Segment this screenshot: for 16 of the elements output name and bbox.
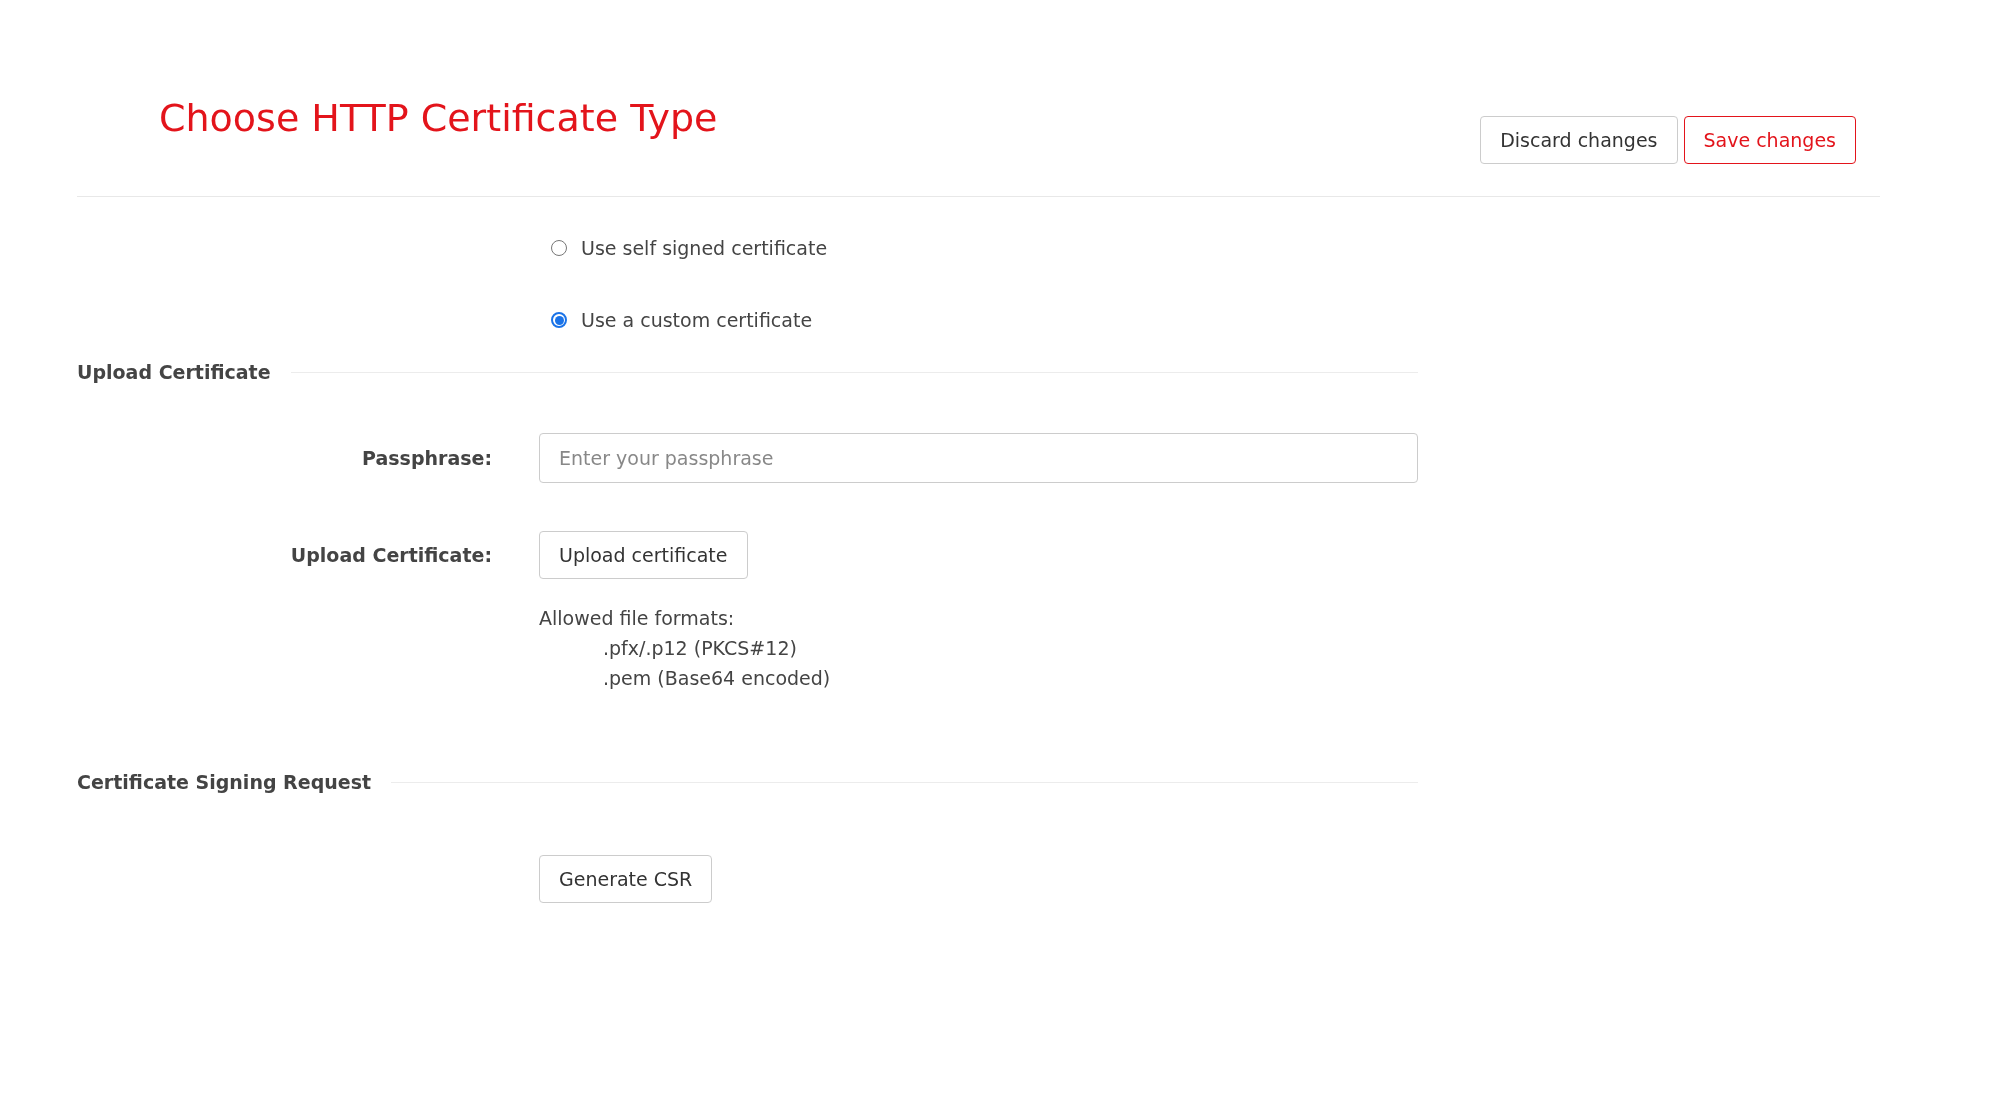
generate-csr-button[interactable]: Generate CSR xyxy=(539,855,713,903)
section-heading: Certificate Signing Request xyxy=(77,771,372,793)
page-title: Choose HTTP Certificate Type xyxy=(159,96,718,142)
section-heading: Upload Certificate xyxy=(77,361,271,383)
radio-label[interactable]: Use self signed certificate xyxy=(581,237,828,259)
field-label: Passphrase: xyxy=(361,447,492,469)
save-button[interactable]: Save changes xyxy=(1683,116,1856,164)
discard-button[interactable]: Discard changes xyxy=(1480,116,1678,164)
radio-button[interactable] xyxy=(551,312,567,328)
radio-label[interactable]: Use a custom certificate xyxy=(581,309,813,331)
field-label: Upload Certificate: xyxy=(289,544,492,566)
format-item: .pem (Base64 encoded) xyxy=(603,667,831,689)
upload-button[interactable]: Upload certificate xyxy=(539,531,748,579)
passphrase-field[interactable]: Enter your passphrase xyxy=(539,433,1418,483)
formats-title: Allowed file formats: xyxy=(539,606,736,631)
format-item: .pfx/.p12 (PKCS#12) xyxy=(603,637,797,659)
